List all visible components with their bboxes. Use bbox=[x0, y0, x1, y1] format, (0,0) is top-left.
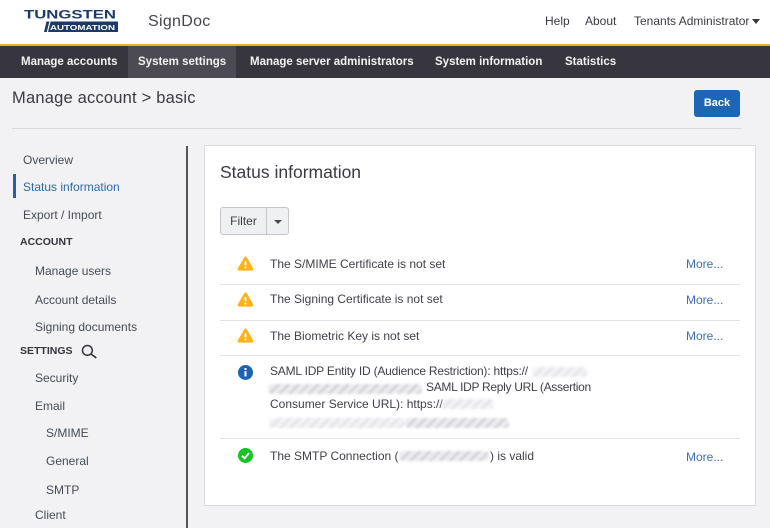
svg-text:AUTOMATION: AUTOMATION bbox=[50, 23, 115, 32]
svg-text:TUNGSTEN: TUNGSTEN bbox=[24, 10, 116, 22]
